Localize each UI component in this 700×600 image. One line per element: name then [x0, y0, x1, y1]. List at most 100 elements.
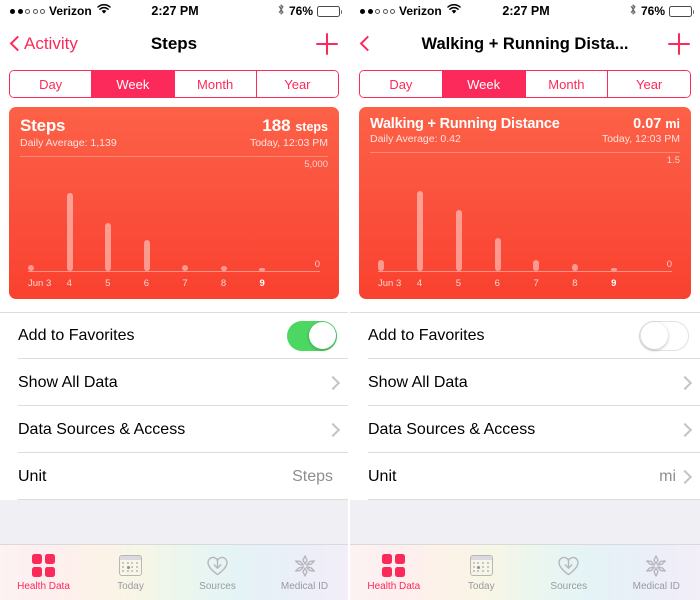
- bar-slot: [66, 193, 106, 271]
- star-of-life-icon: [292, 553, 318, 578]
- plus-icon[interactable]: [668, 33, 690, 55]
- favorites-toggle[interactable]: [287, 320, 337, 351]
- range-segmented-control[interactable]: Day Week Month Year: [9, 70, 339, 98]
- range-segmented-control[interactable]: Day Week Month Year: [359, 70, 691, 98]
- row-data-sources-access[interactable]: Data Sources & Access: [0, 406, 348, 453]
- chevron-left-icon: [360, 35, 371, 53]
- tab-medical-id[interactable]: Medical ID: [261, 553, 348, 592]
- segment-week[interactable]: Week: [442, 71, 526, 97]
- battery-percent: 76%: [288, 4, 313, 18]
- calendar-icon: [468, 553, 494, 578]
- tab-label: Medical ID: [632, 581, 680, 592]
- x-label: 4: [66, 278, 72, 289]
- chevron-right-icon: [680, 469, 689, 484]
- x-axis-line: [378, 271, 672, 272]
- tab-sources[interactable]: Sources: [174, 553, 261, 592]
- tab-health-data[interactable]: Health Data: [0, 553, 87, 592]
- card-divider: [20, 156, 328, 157]
- wifi-icon: [446, 3, 461, 18]
- chart-card-value-unit: steps: [295, 120, 328, 134]
- list-footer-space: [0, 500, 348, 544]
- chart-card-value: 0.07 mi: [633, 116, 680, 132]
- x-axis-labels: Jun 3 4 5 6 7 8 9: [378, 278, 650, 289]
- row-label: Add to Favorites: [368, 326, 485, 344]
- row-label: Unit: [18, 467, 47, 485]
- battery-percent: 76%: [640, 4, 665, 18]
- x-label: 7: [533, 278, 539, 289]
- row-unit[interactable]: Unit mi: [350, 453, 700, 500]
- chart-card-value-unit: mi: [665, 117, 680, 131]
- screen-walking-running-distance: Verizon 2:27 PM 76% Walking + Running Di…: [350, 0, 700, 600]
- navigation-bar: Activity Steps: [0, 22, 348, 66]
- row-add-to-favorites[interactable]: Add to Favorites: [350, 312, 700, 359]
- back-button[interactable]: Activity: [10, 34, 78, 54]
- back-button[interactable]: [360, 35, 374, 53]
- bar-slot: [572, 264, 611, 271]
- page-title: Walking + Running Dista...: [421, 34, 629, 53]
- row-show-all-data[interactable]: Show All Data: [0, 359, 348, 406]
- segment-month[interactable]: Month: [525, 71, 609, 97]
- x-label: 7: [182, 278, 188, 289]
- chart-card-value-number: 0.07: [633, 116, 662, 132]
- bar-slot: [416, 191, 456, 271]
- clock: 2:27 PM: [502, 4, 550, 18]
- tab-today[interactable]: Today: [438, 553, 526, 592]
- tab-label: Medical ID: [280, 581, 329, 592]
- x-label: 6: [494, 278, 500, 289]
- bar-series: [28, 191, 298, 271]
- x-label: Jun 3: [378, 278, 402, 289]
- bluetooth-icon: [277, 3, 285, 19]
- status-bar: Verizon 2:27 PM 76%: [350, 0, 700, 22]
- x-label: 6: [143, 278, 150, 289]
- tab-health-data[interactable]: Health Data: [350, 553, 438, 592]
- bar-series: [378, 191, 650, 271]
- navigation-bar: Walking + Running Dista...: [350, 22, 700, 66]
- y-axis-min-label: 0: [314, 259, 320, 270]
- segment-month[interactable]: Month: [174, 71, 257, 97]
- bar-slot: [533, 260, 572, 271]
- tab-label: Today: [467, 581, 495, 592]
- tab-label: Health Data: [17, 581, 70, 592]
- tab-label: Health Data: [367, 581, 421, 592]
- card-divider: [370, 152, 680, 153]
- tab-today[interactable]: Today: [87, 553, 174, 592]
- settings-list: Add to Favorites Show All Data Data Sour…: [0, 312, 348, 500]
- chart-card-value: 188 steps: [262, 116, 328, 136]
- tab-medical-id[interactable]: Medical ID: [613, 553, 700, 592]
- row-unit[interactable]: Unit Steps: [0, 453, 348, 500]
- plus-icon[interactable]: [316, 33, 338, 55]
- battery-icon: [669, 5, 694, 17]
- chart-card-title: Steps: [20, 116, 66, 135]
- signal-strength-icon: [10, 8, 45, 14]
- row-data-sources-access[interactable]: Data Sources & Access: [350, 406, 700, 453]
- x-axis-line: [28, 271, 320, 272]
- chart-card[interactable]: Steps 188 steps Daily Average: 1,139 Tod…: [9, 107, 339, 299]
- x-axis-labels: Jun 3 4 5 6 7 8 9: [28, 278, 298, 289]
- chevron-right-icon: [328, 422, 337, 437]
- x-label: 5: [105, 278, 111, 289]
- row-add-to-favorites[interactable]: Add to Favorites: [0, 312, 348, 359]
- y-axis-min-label: 0: [666, 259, 672, 270]
- row-label: Add to Favorites: [18, 326, 135, 344]
- segment-week[interactable]: Week: [92, 71, 175, 97]
- segment-year[interactable]: Year: [608, 71, 690, 97]
- tab-label: Today: [117, 581, 144, 592]
- row-value: mi: [659, 467, 676, 485]
- segment-year[interactable]: Year: [256, 71, 338, 97]
- x-label: 4: [416, 278, 423, 289]
- chart-card-title: Walking + Running Distance: [370, 116, 560, 132]
- favorites-toggle[interactable]: [639, 320, 689, 351]
- range-segmented-control-wrap: Day Week Month Year: [350, 66, 700, 107]
- segment-day[interactable]: Day: [10, 71, 93, 97]
- chevron-right-icon: [680, 422, 689, 437]
- row-show-all-data[interactable]: Show All Data: [350, 359, 700, 406]
- tab-sources[interactable]: Sources: [525, 553, 613, 592]
- tab-label: Sources: [550, 581, 588, 592]
- row-label: Show All Data: [18, 373, 118, 391]
- chart-card[interactable]: Walking + Running Distance 0.07 mi Daily…: [359, 107, 691, 299]
- segment-day[interactable]: Day: [360, 71, 443, 97]
- x-label-selected: 9: [611, 278, 617, 289]
- carrier-name: Verizon: [49, 4, 92, 18]
- back-button-label: Activity: [24, 34, 78, 53]
- bar-slot: [378, 260, 417, 271]
